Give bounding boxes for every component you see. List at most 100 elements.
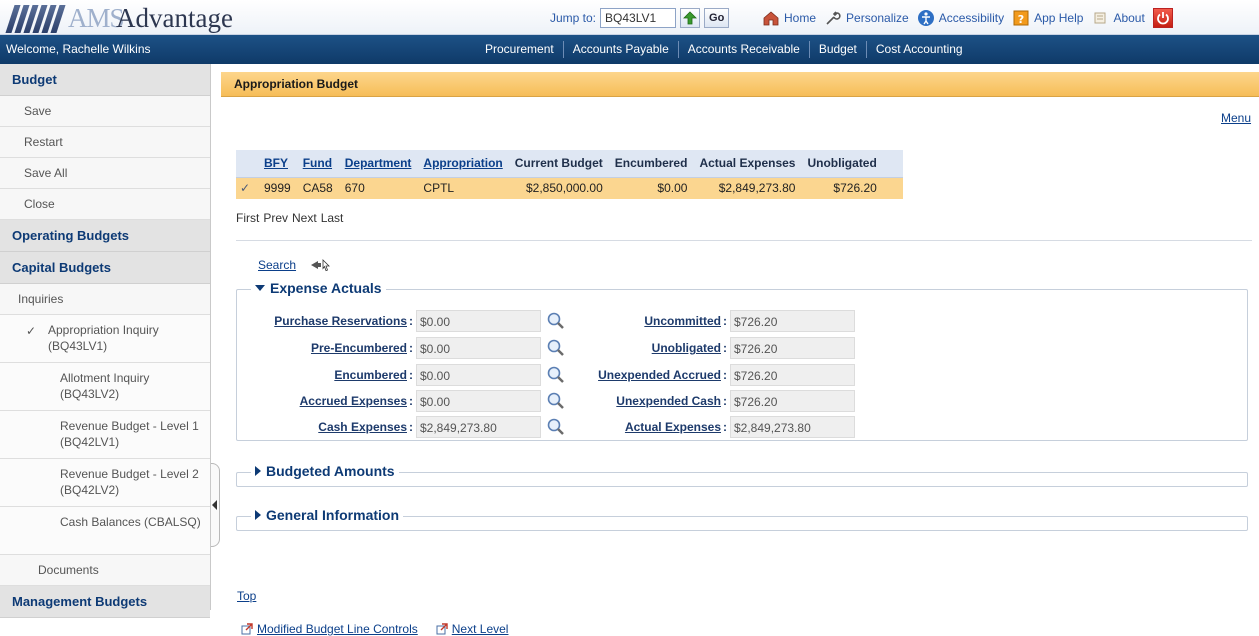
module-procurement[interactable]: Procurement <box>476 41 563 58</box>
go-button[interactable]: Go <box>704 8 730 28</box>
cell-fund: CA58 <box>296 177 339 199</box>
module-cost-accounting[interactable]: Cost Accounting <box>865 41 972 58</box>
accrued-expenses-label[interactable]: Accrued Expenses <box>243 394 407 408</box>
general-information-section: General Information <box>236 507 1248 531</box>
check-icon: ✓ <box>26 324 37 338</box>
encumbered-label[interactable]: Encumbered <box>243 368 407 382</box>
about-link-label: About <box>1113 11 1145 25</box>
table-row[interactable]: ✓ 9999 CA58 670 CPTL $2,850,000.00 $0.00… <box>236 177 903 199</box>
sidebar-item-appropriation-inquiry[interactable]: ✓ Appropriation Inquiry (BQ43LV1) <box>0 315 210 363</box>
grid-spacer-header <box>882 150 903 178</box>
sidebar-management-budgets[interactable]: Management Budgets <box>0 586 210 618</box>
personalize-link[interactable]: Personalize <box>824 9 909 27</box>
next-level-label: Next Level <box>451 622 509 636</box>
col-appropriation[interactable]: Appropriation <box>417 150 509 178</box>
search-row: Search <box>258 258 332 272</box>
expense-actuals-toggle[interactable]: Expense Actuals <box>251 280 386 296</box>
budgeted-amounts-toggle[interactable]: Budgeted Amounts <box>251 463 399 479</box>
accessibility-icon <box>917 10 934 26</box>
next-level-link[interactable]: Next Level <box>436 622 509 636</box>
pager-first[interactable]: First <box>236 211 259 225</box>
home-icon <box>763 11 779 26</box>
sidebar-documents[interactable]: Documents <box>0 555 210 586</box>
grid-header-row: BFY Fund Department Appropriation Curren… <box>236 150 903 178</box>
pager-next[interactable]: Next <box>292 211 317 225</box>
about-link[interactable]: About <box>1091 9 1145 27</box>
sidebar-item-label: Cash Balances (CBALSQ) <box>60 515 201 529</box>
cell-actual-expenses: $2,849,273.80 <box>693 177 802 199</box>
col-current-budget: Current Budget <box>508 150 609 178</box>
col-fund[interactable]: Fund <box>296 150 339 178</box>
module-accounts-payable[interactable]: Accounts Payable <box>562 41 678 58</box>
sidebar-operating-budgets[interactable]: Operating Budgets <box>0 220 210 252</box>
jump-to-input[interactable] <box>600 8 677 28</box>
grid-select-header <box>236 150 258 178</box>
home-link[interactable]: Home <box>762 9 816 27</box>
app-help-link[interactable]: ? App Help <box>1012 9 1083 27</box>
encumbered-value: $0.00 <box>416 364 541 386</box>
unexpended-accrued-label[interactable]: Unexpended Accrued <box>563 368 721 382</box>
sidebar-save-all[interactable]: Save All <box>0 158 210 189</box>
sidebar-close[interactable]: Close <box>0 189 210 220</box>
menu-link[interactable]: Menu <box>1221 111 1251 125</box>
field-pre-encumbered: Pre-Encumbered: $0.00 <box>243 337 566 359</box>
sidebar-restart[interactable]: Restart <box>0 127 210 158</box>
pager-prev[interactable]: Prev <box>263 211 288 225</box>
field-purchase-reservations: Purchase Reservations: $0.00 <box>243 310 566 332</box>
purchase-reservations-label[interactable]: Purchase Reservations <box>243 314 407 328</box>
row-selected-check-icon: ✓ <box>236 177 258 199</box>
external-link-icon <box>241 623 253 635</box>
col-bfy[interactable]: BFY <box>258 150 297 178</box>
top-link[interactable]: Top <box>237 589 256 603</box>
help-icon: ? <box>1013 10 1029 26</box>
logout-button[interactable] <box>1152 8 1173 28</box>
pager-last[interactable]: Last <box>321 211 344 225</box>
cell-department: 670 <box>338 177 418 199</box>
accessibility-link[interactable]: Accessibility <box>917 9 1004 27</box>
budgeted-amounts-section: Budgeted Amounts <box>236 463 1248 487</box>
modified-budget-line-controls-label: Modified Budget Line Controls <box>257 622 418 636</box>
general-information-toggle[interactable]: General Information <box>251 507 404 523</box>
hand-pointer-icon[interactable] <box>310 258 332 272</box>
pre-encumbered-label[interactable]: Pre-Encumbered <box>243 341 407 355</box>
cell-unobligated: $726.20 <box>801 177 883 199</box>
sidebar-inquiries[interactable]: Inquiries <box>0 284 210 315</box>
expense-actuals-section: Expense Actuals Purchase Reservations: $… <box>236 280 1248 441</box>
app-help-link-label: App Help <box>1034 11 1084 25</box>
uncommitted-label[interactable]: Uncommitted <box>563 314 721 328</box>
sidebar-collapse-handle[interactable] <box>211 463 220 547</box>
svg-text:?: ? <box>1018 13 1024 26</box>
unexpended-accrued-value: $726.20 <box>730 364 855 386</box>
module-budget[interactable]: Budget <box>808 41 866 58</box>
cell-appropriation: CPTL <box>417 177 509 199</box>
actual-expenses-value: $2,849,273.80 <box>730 416 855 438</box>
sidebar: Budget Save Restart Save All Close Opera… <box>0 64 211 618</box>
sidebar-item-cash-balances[interactable]: Cash Balances (CBALSQ) <box>0 507 210 555</box>
actual-expenses-label[interactable]: Actual Expenses <box>563 420 721 434</box>
unexpended-cash-label[interactable]: Unexpended Cash <box>563 394 721 408</box>
col-department[interactable]: Department <box>338 150 418 178</box>
field-cash-expenses: Cash Expenses: $2,849,273.80 <box>243 416 566 438</box>
upload-arrow-icon[interactable] <box>680 8 701 28</box>
cell-current-budget: $2,850,000.00 <box>508 177 609 199</box>
unexpended-cash-value: $726.20 <box>730 390 855 412</box>
module-accounts-receivable[interactable]: Accounts Receivable <box>677 41 809 58</box>
col-unobligated: Unobligated <box>801 150 883 178</box>
sidebar-item-label: Revenue Budget - Level 2 (BQ42LV2) <box>60 467 199 497</box>
modified-budget-line-controls-link[interactable]: Modified Budget Line Controls <box>241 622 418 636</box>
sidebar-item-allotment-inquiry[interactable]: Allotment Inquiry (BQ43LV2) <box>0 363 210 411</box>
personalize-link-label: Personalize <box>846 11 909 25</box>
search-link[interactable]: Search <box>258 258 296 272</box>
field-accrued-expenses: Accrued Expenses: $0.00 <box>243 390 566 412</box>
sidebar-item-revenue-level-2[interactable]: Revenue Budget - Level 2 (BQ42LV2) <box>0 459 210 507</box>
field-uncommitted: Uncommitted: $726.20 <box>563 310 855 332</box>
sidebar-capital-budgets[interactable]: Capital Budgets <box>0 252 210 284</box>
cash-expenses-label[interactable]: Cash Expenses <box>243 420 407 434</box>
sidebar-budget-header[interactable]: Budget <box>0 64 210 96</box>
field-unexpended-cash: Unexpended Cash: $726.20 <box>563 390 855 412</box>
sidebar-item-revenue-level-1[interactable]: Revenue Budget - Level 1 (BQ42LV1) <box>0 411 210 459</box>
sidebar-save[interactable]: Save <box>0 96 210 127</box>
unobligated-label[interactable]: Unobligated <box>563 341 721 355</box>
ams-advantage-logo: AMS Advantage <box>5 2 276 34</box>
welcome-text: Welcome, Rachelle Wilkins <box>6 42 151 56</box>
